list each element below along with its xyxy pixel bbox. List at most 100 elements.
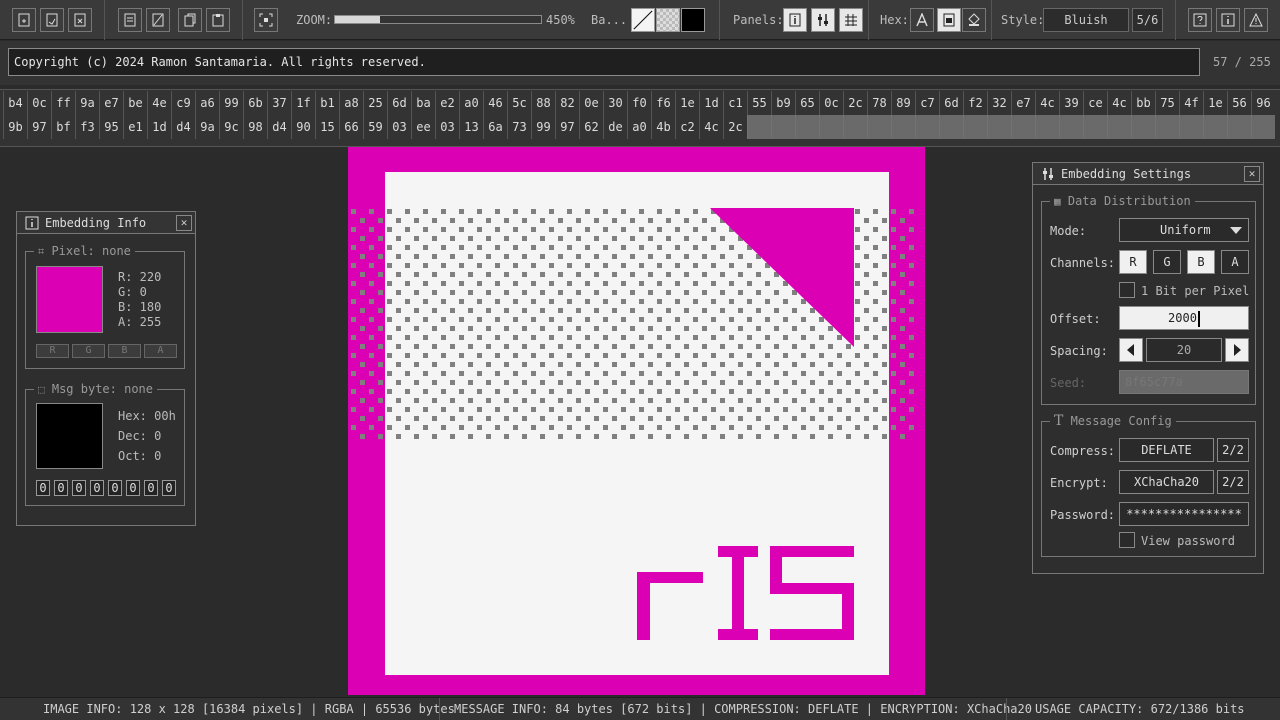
hex-cell[interactable]: c1 (723, 91, 747, 115)
hex-cell[interactable]: 25 (363, 91, 387, 115)
hex-cell[interactable]: bb (1131, 91, 1155, 115)
settings-panel-icon[interactable] (811, 8, 835, 32)
hex-cell[interactable]: ce (1083, 91, 1107, 115)
hex-cell[interactable]: ba (411, 91, 435, 115)
help-icon[interactable] (1188, 8, 1212, 32)
hex-cell[interactable]: 1f (291, 91, 315, 115)
hex-cell[interactable]: 03 (387, 115, 411, 139)
hex-cell[interactable]: 82 (555, 91, 579, 115)
hex-cell[interactable]: 39 (1059, 91, 1083, 115)
hex-cell[interactable]: bf (51, 115, 75, 139)
view-password-checkbox[interactable] (1119, 532, 1135, 548)
hex-cell[interactable]: 2c (843, 91, 867, 115)
zoom-slider[interactable] (334, 15, 542, 24)
hex-cell[interactable]: 4e (147, 91, 171, 115)
hex-cell[interactable]: 5c (507, 91, 531, 115)
hex-cell[interactable]: 59 (363, 115, 387, 139)
warning-icon[interactable] (1244, 8, 1268, 32)
channel-r-button[interactable]: R (36, 344, 69, 358)
hex-cell[interactable]: 99 (531, 115, 555, 139)
fit-screen-icon[interactable] (254, 8, 278, 32)
hex-cell[interactable]: de (603, 115, 627, 139)
hex-panel-icon[interactable] (839, 8, 863, 32)
hex-cell[interactable]: 4f (1179, 91, 1203, 115)
hex-cell[interactable]: 15 (315, 115, 339, 139)
hex-cell[interactable]: 9a (195, 115, 219, 139)
channel-g-toggle[interactable]: G (1153, 250, 1181, 274)
spacing-decrease-button[interactable] (1119, 338, 1143, 362)
hex-cell[interactable]: e7 (99, 91, 123, 115)
hex-cell[interactable]: 6d (387, 91, 411, 115)
offset-input[interactable]: 2000 (1119, 306, 1249, 330)
hex-cell[interactable]: 99 (219, 91, 243, 115)
new-icon[interactable] (118, 8, 142, 32)
background-checker-swatch[interactable] (656, 8, 680, 32)
hex-cell[interactable]: 4c (1035, 91, 1059, 115)
hex-cell[interactable]: e2 (435, 91, 459, 115)
channel-a-button[interactable]: A (144, 344, 177, 358)
hex-cell[interactable]: 1d (699, 91, 723, 115)
hex-cell[interactable]: 6a (483, 115, 507, 139)
info-panel-icon[interactable] (783, 8, 807, 32)
hex-cell[interactable]: 30 (603, 91, 627, 115)
copy-icon[interactable] (178, 8, 202, 32)
hex-cell[interactable]: 90 (291, 115, 315, 139)
hex-cell[interactable]: ee (411, 115, 435, 139)
hex-cell[interactable]: 97 (555, 115, 579, 139)
hex-cell[interactable]: e1 (123, 115, 147, 139)
hex-cell[interactable]: 97 (27, 115, 51, 139)
hex-cell[interactable]: 9c (219, 115, 243, 139)
hex-cell[interactable]: 66 (339, 115, 363, 139)
compress-dropdown[interactable]: DEFLATE (1119, 438, 1214, 462)
paste-icon[interactable] (206, 8, 230, 32)
hex-view-icon[interactable] (937, 8, 961, 32)
hex-cell[interactable]: be (123, 91, 147, 115)
hex-cell[interactable]: 32 (987, 91, 1011, 115)
hex-cell[interactable]: 96 (1251, 91, 1275, 115)
hex-cell[interactable]: b9 (771, 91, 795, 115)
encrypt-count[interactable]: 2/2 (1217, 470, 1249, 494)
fill-color-icon[interactable] (962, 8, 986, 32)
hex-cell[interactable]: 1e (1203, 91, 1227, 115)
hex-cell[interactable]: 95 (99, 115, 123, 139)
style-count[interactable]: 5/6 (1132, 8, 1163, 32)
about-icon[interactable] (1216, 8, 1240, 32)
hex-cell[interactable]: 13 (459, 115, 483, 139)
bit-per-pixel-checkbox[interactable] (1119, 282, 1135, 298)
hex-cell[interactable]: 62 (579, 115, 603, 139)
channel-g-button[interactable]: G (72, 344, 105, 358)
clear-icon[interactable] (146, 8, 170, 32)
hex-cell[interactable]: f2 (963, 91, 987, 115)
hex-cell[interactable]: d4 (267, 115, 291, 139)
channel-r-toggle[interactable]: R (1119, 250, 1147, 274)
open-file-icon[interactable] (12, 8, 36, 32)
hex-cell[interactable]: f0 (627, 91, 651, 115)
encrypt-dropdown[interactable]: XChaCha20 (1119, 470, 1214, 494)
hex-cell[interactable]: a6 (195, 91, 219, 115)
channel-b-toggle[interactable]: B (1187, 250, 1215, 274)
hex-cell[interactable]: f3 (75, 115, 99, 139)
spacing-increase-button[interactable] (1225, 338, 1249, 362)
close-file-icon[interactable] (68, 8, 92, 32)
hex-cell[interactable]: 1e (675, 91, 699, 115)
hex-cell[interactable]: 98 (243, 115, 267, 139)
hex-cell[interactable]: ff (51, 91, 75, 115)
hex-cell[interactable]: f6 (651, 91, 675, 115)
hex-cell[interactable]: c2 (675, 115, 699, 139)
hex-cell[interactable]: 6d (939, 91, 963, 115)
image-canvas[interactable] (348, 147, 925, 695)
hex-cell[interactable]: b4 (3, 91, 27, 115)
background-none-swatch[interactable] (631, 8, 655, 32)
mode-dropdown[interactable]: Uniform (1119, 218, 1249, 242)
hex-cell[interactable]: 4c (1107, 91, 1131, 115)
hex-cell[interactable]: c7 (915, 91, 939, 115)
hex-cell[interactable]: b1 (315, 91, 339, 115)
hex-cell[interactable]: 0e (579, 91, 603, 115)
hex-cell[interactable]: 0c (819, 91, 843, 115)
channel-b-button[interactable]: B (108, 344, 141, 358)
hex-cell[interactable]: 9a (75, 91, 99, 115)
hex-cell[interactable]: a0 (627, 115, 651, 139)
hex-cell[interactable]: 6b (243, 91, 267, 115)
hex-cell[interactable]: 65 (795, 91, 819, 115)
hex-cell[interactable]: 03 (435, 115, 459, 139)
